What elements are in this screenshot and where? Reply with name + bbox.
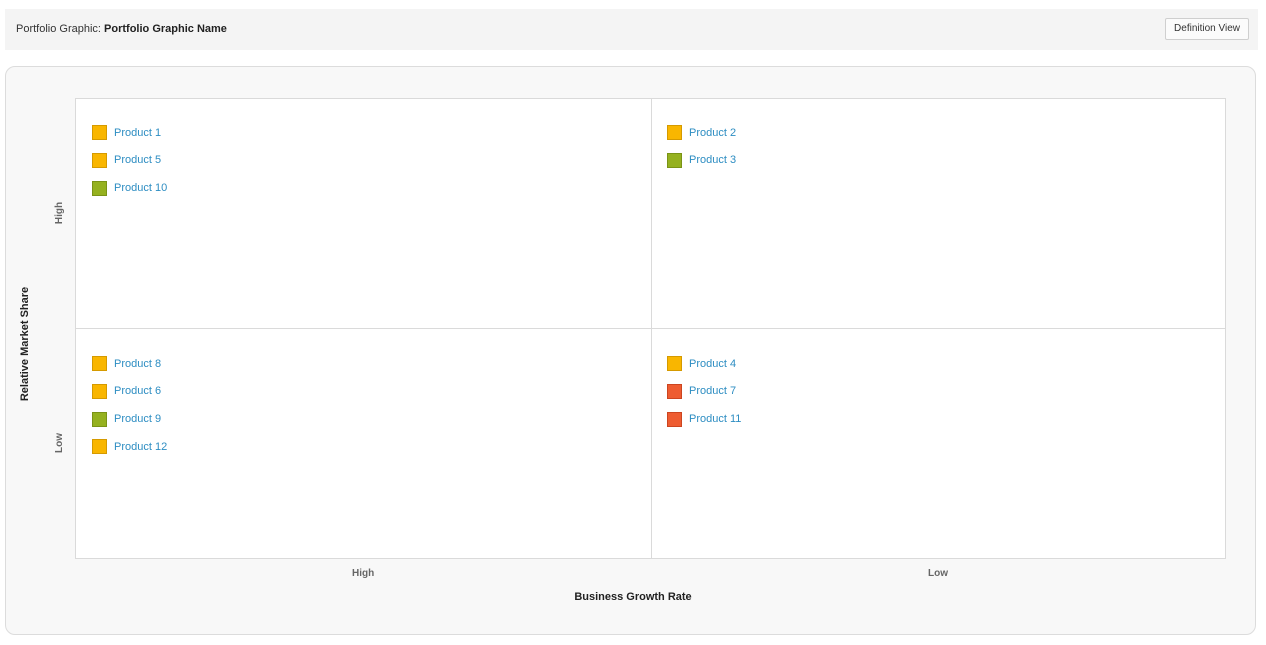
y-axis-low-label: Low [54, 433, 65, 453]
product-link[interactable]: Product 2 [689, 127, 736, 139]
title-prefix: Portfolio Graphic: [16, 23, 101, 35]
product-link[interactable]: Product 5 [114, 154, 161, 166]
product-item[interactable]: Product 9 [92, 411, 652, 428]
product-link[interactable]: Product 12 [114, 441, 167, 453]
portfolio-matrix: Product 1 Product 5 Product 10 Product 2 Pr… [75, 98, 1226, 559]
product-item[interactable]: Product 2 [667, 124, 1227, 141]
product-link[interactable]: Product 8 [114, 358, 161, 370]
status-swatch-icon [92, 152, 107, 168]
portfolio-header: Portfolio Graphic: Portfolio Graphic Nam… [5, 9, 1258, 50]
product-item[interactable]: Product 10 [92, 180, 652, 197]
product-item[interactable]: Product 1 [92, 124, 652, 141]
product-item[interactable]: Product 12 [92, 438, 652, 455]
status-swatch-icon [92, 356, 107, 371]
y-axis-title: Relative Market Share [19, 286, 31, 402]
page-title: Portfolio Graphic: Portfolio Graphic Nam… [16, 23, 227, 35]
status-swatch-icon [667, 125, 682, 140]
y-axis-high-label: High [54, 201, 65, 225]
product-link[interactable]: Product 3 [689, 154, 736, 166]
product-item[interactable]: Product 7 [667, 383, 1227, 400]
quadrant-top-left: Product 1 Product 5 Product 10 [92, 124, 652, 207]
status-swatch-icon [667, 411, 682, 427]
x-axis-title: Business Growth Rate [574, 591, 692, 603]
horizontal-divider [76, 328, 1225, 329]
product-item[interactable]: Product 8 [92, 355, 652, 372]
status-swatch-icon [92, 125, 107, 140]
status-swatch-icon [92, 180, 107, 196]
product-link[interactable]: Product 10 [114, 182, 167, 194]
quadrant-bottom-right: Product 4 Product 7 Product 11 [667, 355, 1227, 438]
product-link[interactable]: Product 1 [114, 127, 161, 139]
portfolio-graphic-name: Portfolio Graphic Name [104, 23, 227, 35]
x-axis-high-label: High [352, 568, 375, 579]
status-swatch-icon [92, 439, 107, 455]
product-link[interactable]: Product 11 [689, 413, 741, 425]
product-item[interactable]: Product 3 [667, 152, 1227, 169]
product-item[interactable]: Product 11 [667, 411, 1227, 428]
product-link[interactable]: Product 6 [114, 385, 161, 397]
product-link[interactable]: Product 7 [689, 385, 736, 397]
status-swatch-icon [92, 411, 107, 427]
product-link[interactable]: Product 4 [689, 358, 736, 370]
product-item[interactable]: Product 6 [92, 383, 652, 400]
product-link[interactable]: Product 9 [114, 413, 161, 425]
x-axis-low-label: Low [928, 568, 948, 579]
quadrant-top-right: Product 2 Product 3 [667, 124, 1227, 180]
status-swatch-icon [667, 383, 682, 399]
definition-view-button[interactable]: Definition View [1165, 18, 1249, 40]
status-swatch-icon [92, 383, 107, 399]
product-item[interactable]: Product 5 [92, 152, 652, 169]
status-swatch-icon [667, 356, 682, 371]
quadrant-bottom-left: Product 8 Product 6 Product 9 Product 12 [92, 355, 652, 466]
product-item[interactable]: Product 4 [667, 355, 1227, 372]
status-swatch-icon [667, 152, 682, 168]
